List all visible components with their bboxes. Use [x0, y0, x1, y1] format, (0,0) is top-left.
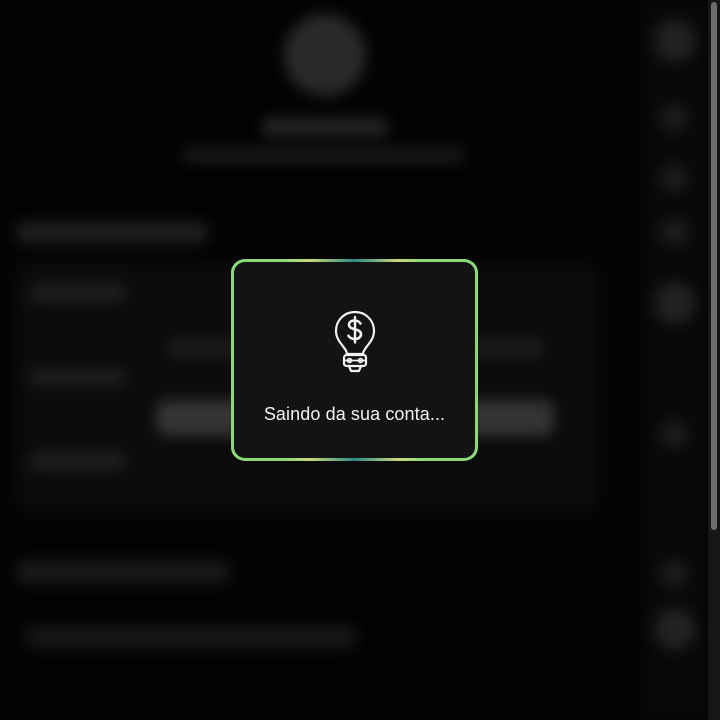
settings-row-placeholder [30, 452, 126, 470]
section-header-placeholder [16, 560, 230, 584]
rail-avatar-placeholder [654, 20, 696, 62]
rail-avatar-placeholder [654, 608, 696, 650]
logout-message: Saindo da sua conta... [263, 404, 446, 424]
rail-icon-placeholder [660, 560, 688, 588]
list-row-placeholder [26, 626, 356, 648]
rail-avatar-placeholder [654, 282, 696, 324]
profile-avatar [284, 14, 366, 96]
vertical-scrollbar[interactable] [708, 0, 720, 720]
logout-modal-frame: Saindo da sua conta... [231, 259, 478, 461]
profile-email-placeholder [182, 148, 464, 162]
logout-modal: Saindo da sua conta... [234, 262, 475, 458]
rail-icon-placeholder [660, 420, 688, 448]
rail-icon-placeholder [660, 164, 688, 192]
settings-row-placeholder [30, 284, 126, 302]
rail-icon-placeholder [660, 104, 688, 132]
app-page: Saindo da sua conta... [0, 0, 720, 720]
section-header-placeholder [16, 222, 208, 244]
settings-row-placeholder [30, 368, 126, 386]
lightbulb-dollar-icon [332, 310, 378, 376]
scrollbar-thumb[interactable] [711, 2, 717, 530]
rail-icon-placeholder [660, 218, 688, 246]
profile-name-placeholder [262, 118, 388, 136]
